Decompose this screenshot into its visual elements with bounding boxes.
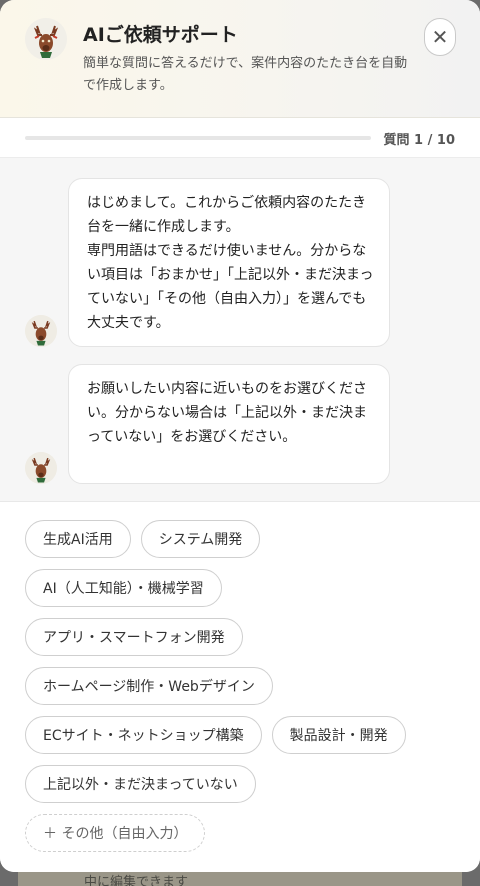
bot-avatar-icon [25, 452, 57, 484]
progress-row: 質問 1 / 10 [0, 118, 480, 158]
option-chip-web-design[interactable]: ホームページ制作・Webデザイン [25, 667, 273, 705]
panel-title: AIご依頼サポート [83, 24, 238, 46]
progress-label: 質問 1 / 10 [383, 133, 455, 148]
option-chip-other-free-input[interactable]: ＋ その他（自由入力） [25, 814, 206, 852]
deer-mascot-icon [25, 18, 67, 60]
ai-support-panel: AIご依頼サポート 簡単な質問に答えるだけで、案件内容のたたき台を自動で作成しま… [0, 0, 480, 872]
option-chip-generative-ai[interactable]: 生成AI活用 [25, 520, 131, 558]
message-bubble: お願いしたい内容に近いものをお選びください。分からない場合は「上記以外・まだ決ま… [68, 364, 390, 484]
option-chip-app-dev[interactable]: アプリ・スマートフォン開発 [25, 618, 243, 656]
option-chip-product-design[interactable]: 製品設計・開発 [271, 716, 406, 754]
option-chips: 生成AI活用 システム開発 AI（人工知能）・機械学習 アプリ・スマートフォン開… [0, 502, 480, 872]
close-button[interactable]: ✕ [424, 18, 456, 56]
option-chip-ec-site[interactable]: ECサイト・ネットショップ構築 [25, 716, 262, 754]
message-bubble: はじめまして。これからご依頼内容のたたき台を一緒に作成します。 専門用語はできる… [68, 178, 390, 347]
progress-bar [25, 136, 371, 140]
option-chip-undecided[interactable]: 上記以外・まだ決まっていない [25, 765, 256, 803]
panel-description: 簡単な質問に答えるだけで、案件内容のたたき台を自動で作成します。 [83, 56, 408, 93]
background-page-text: 中に編集できます [84, 875, 189, 886]
option-chip-ai-ml[interactable]: AI（人工知能）・機械学習 [25, 569, 222, 607]
bot-avatar-icon [25, 315, 57, 347]
close-icon: ✕ [431, 25, 449, 49]
chat-area: はじめまして。これからご依頼内容のたたき台を一緒に作成します。 専門用語はできる… [0, 158, 480, 502]
option-chip-system-dev[interactable]: システム開発 [140, 520, 261, 558]
panel-header: AIご依頼サポート 簡単な質問に答えるだけで、案件内容のたたき台を自動で作成しま… [0, 0, 480, 118]
